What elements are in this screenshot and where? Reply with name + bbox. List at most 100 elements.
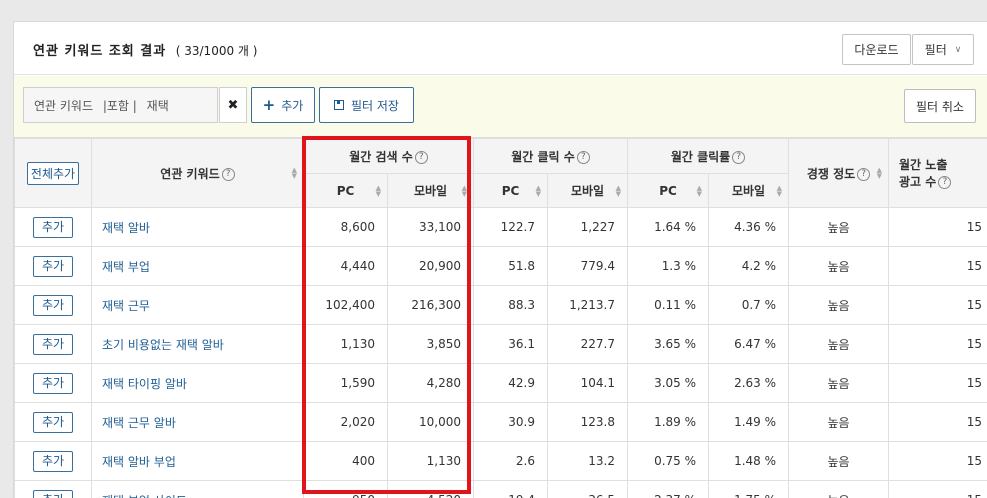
competition-header[interactable]: 경쟁 정도? ▲ ▼ [788,138,890,208]
monthly-ctr-header: 월간 클릭률? [626,138,790,174]
add-cell: 추가 [14,480,92,498]
ctr-mobile-cell: 0.7 % [707,285,790,325]
sort-icon[interactable]: ▲ ▼ [697,184,702,197]
search-mobile-cell: 4,520 [387,480,474,498]
keyword-cell[interactable]: 초기 비용없는 재택 알바 [91,324,304,364]
keyword-cell[interactable]: 재택 근무 알바 [91,402,304,442]
ad-count-cell: 15 [888,207,987,247]
search-pc-cell: 400 [303,441,388,481]
ad-count-header[interactable]: 월간 노출 광고 수? [888,138,987,208]
ctr-pc-cell: 2.37 % [627,480,709,498]
table-row: 추가 재택 근무 알바 2,020 10,000 30.9 123.8 1.89… [14,402,987,442]
click-pc-cell: 30.9 [473,402,548,442]
mobile-label: 모바일 [413,184,448,198]
click-mobile-cell: 13.2 [547,441,628,481]
table-row: 추가 재택 알바 8,600 33,100 122.7 1,227 1.64 %… [14,207,987,247]
keyword-cell[interactable]: 재택 부업 사이트 [91,480,304,498]
plus-icon: + [262,96,276,114]
click-mobile-cell: 779.4 [547,246,628,286]
chevron-down-icon: ∨ [954,44,962,55]
ctr-pc-cell: 0.75 % [627,441,709,481]
help-icon[interactable]: ? [221,167,235,181]
add-cell: 추가 [14,324,92,364]
keyword-cell[interactable]: 재택 근무 [91,285,304,325]
ctr-mobile-header[interactable]: 모바일 ▲ ▼ [707,173,790,208]
sort-icon[interactable]: ▲ ▼ [777,184,782,197]
remove-filter-icon[interactable]: ✖ [219,87,247,123]
ad-count-cell: 15 [888,480,987,498]
sort-icon[interactable]: ▲ ▼ [536,184,541,197]
ctr-mobile-cell: 1.75 % [707,480,790,498]
ctr-mobile-cell: 4.36 % [707,207,790,247]
add-row-button[interactable]: 추가 [33,255,73,277]
search-pc-cell: 1,590 [303,363,388,403]
table-row: 추가 재택 근무 102,400 216,300 88.3 1,213.7 0.… [14,285,987,325]
help-icon[interactable]: ? [576,150,590,164]
filter-label: 필터 [924,43,947,57]
add-row-button[interactable]: 추가 [33,333,73,355]
search-mobile-cell: 216,300 [387,285,474,325]
ctr-mobile-cell: 1.49 % [707,402,790,442]
click-pc-cell: 88.3 [473,285,548,325]
search-pc-header[interactable]: PC ▲ ▼ [303,173,388,208]
pc-label: PC [659,183,677,198]
ctr-pc-header[interactable]: PC ▲ ▼ [627,173,709,208]
keyword-cell[interactable]: 재택 타이핑 알바 [91,363,304,403]
click-mobile-cell: 123.8 [547,402,628,442]
click-pc-header[interactable]: PC ▲ ▼ [473,173,548,208]
click-mobile-cell: 104.1 [547,363,628,403]
save-filter-button[interactable]: 필터 저장 [319,87,414,123]
add-cell: 추가 [14,246,92,286]
click-pc-cell: 2.6 [473,441,548,481]
ad-count-label-1: 월간 노출 [899,158,948,172]
help-icon[interactable]: ? [938,176,952,189]
cancel-filter-button[interactable]: 필터 취소 [904,89,976,123]
ad-count-cell: 15 [888,285,987,325]
monthly-click-header: 월간 클릭 수? [473,138,628,174]
ad-count-cell: 15 [888,441,987,481]
sort-icon[interactable]: ▲ ▼ [616,184,621,197]
search-mobile-header[interactable]: 모바일 ▲ ▼ [387,173,474,208]
add-row-button[interactable]: 추가 [33,216,73,238]
click-mobile-header[interactable]: 모바일 ▲ ▼ [547,173,628,208]
add-all-button[interactable]: 전체추가 [26,161,80,185]
click-mobile-cell: 1,227 [547,207,628,247]
search-mobile-cell: 3,850 [387,324,474,364]
download-label: 다운로드 [854,43,899,57]
ctr-pc-cell: 1.64 % [627,207,709,247]
filter-chip[interactable]: 연관 키워드 |포함 | 재택 [23,87,218,123]
table-row: 추가 재택 알바 부업 400 1,130 2.6 13.2 0.75 % 1.… [14,441,987,481]
add-row-button[interactable]: 추가 [33,411,73,433]
add-cell: 추가 [14,441,92,481]
pc-label: PC [501,183,520,198]
add-row-button[interactable]: 추가 [33,450,73,472]
help-icon[interactable]: ? [857,167,871,181]
help-icon[interactable]: ? [414,150,428,164]
help-icon[interactable]: ? [732,150,746,164]
add-row-button[interactable]: 추가 [33,489,73,498]
keyword-cell[interactable]: 재택 부업 [91,246,304,286]
add-cell: 추가 [14,402,92,442]
save-icon [334,100,344,110]
table-row: 추가 재택 부업 4,440 20,900 51.8 779.4 1.3 % 4… [14,246,987,286]
ctr-mobile-cell: 2.63 % [707,363,790,403]
add-row-button[interactable]: 추가 [33,372,73,394]
filter-bar: 연관 키워드 |포함 | 재택 ✖ + 추가 필터 저장 필터 취소 [14,76,987,138]
keyword-header[interactable]: 연관 키워드? ▲ ▼ [91,138,304,208]
click-mobile-cell: 36.5 [547,480,628,498]
add-filter-button[interactable]: + 추가 [251,87,315,123]
sort-icon[interactable]: ▲ ▼ [376,184,381,197]
keyword-cell[interactable]: 재택 알바 부업 [91,441,304,481]
download-button[interactable]: 다운로드 [842,34,911,65]
keyword-header-label: 연관 키워드 [160,166,220,181]
sort-icon[interactable]: ▲ ▼ [877,167,882,180]
keyword-cell[interactable]: 재택 알바 [91,207,304,247]
sort-icon[interactable]: ▲ ▼ [462,184,467,197]
search-mobile-cell: 4,280 [387,363,474,403]
ctr-pc-cell: 3.65 % [627,324,709,364]
add-row-button[interactable]: 추가 [33,294,73,316]
ctr-pc-cell: 1.3 % [627,246,709,286]
ad-count-cell: 15 [888,363,987,403]
sort-icon[interactable]: ▲ ▼ [292,167,297,180]
filter-dropdown-button[interactable]: 필터 ∨ [912,34,974,65]
